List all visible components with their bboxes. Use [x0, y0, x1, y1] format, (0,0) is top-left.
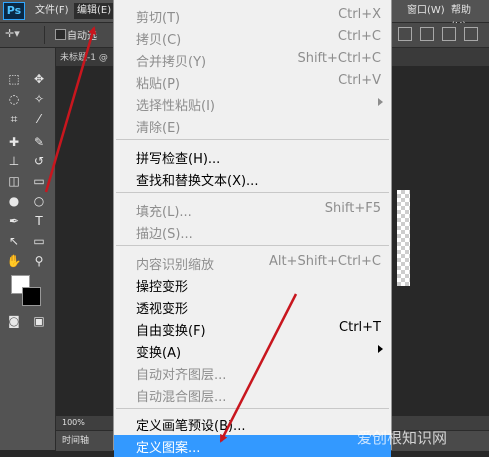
menu-item-label: 自由变换(F) [136, 324, 206, 339]
menu-edit[interactable]: 编辑(E) [74, 3, 115, 19]
menu-item-auto-blend-layers[interactable]: 自动混合图层... [114, 384, 391, 406]
blur-tool-icon[interactable]: ● [4, 192, 24, 210]
menu-help[interactable]: 帮助(H) [448, 3, 489, 32]
menu-item-label: 拼写检查(H)... [136, 152, 221, 167]
menu-item-label: 自动混合图层... [136, 390, 227, 405]
menu-item-puppet-warp[interactable]: 操控变形 [114, 274, 391, 296]
menu-separator [116, 408, 389, 409]
zoom-tool-icon[interactable]: ⚲ [29, 252, 49, 270]
menu-item-perspective-warp[interactable]: 透视变形 [114, 296, 391, 318]
submenu-arrow-icon [378, 98, 383, 106]
menu-item-cut[interactable]: 剪切(T) Ctrl+X [114, 5, 391, 27]
menu-item-label: 透视变形 [136, 302, 189, 317]
menu-item-transform[interactable]: 变换(A) [114, 340, 391, 362]
brush-tool-icon[interactable]: ✎ [29, 133, 49, 151]
history-brush-icon[interactable]: ↺ [29, 152, 49, 170]
menu-item-check-spelling[interactable]: 拼写检查(H)... [114, 146, 391, 168]
gradient-tool-icon[interactable]: ▭ [29, 172, 49, 190]
watermark-text: 爱创根知识网 [357, 429, 448, 447]
menu-item-copy[interactable]: 拷贝(C) Ctrl+C [114, 27, 391, 49]
menu-item-label: 定义画笔预设(B)... [136, 419, 246, 434]
menu-item-clear[interactable]: 清除(E) [114, 115, 391, 137]
transparent-canvas[interactable] [397, 190, 410, 286]
menu-item-label: 描边(S)... [136, 227, 193, 242]
menu-item-shortcut: Ctrl+C [337, 29, 381, 44]
eraser-tool-icon[interactable]: ◫ [4, 172, 24, 190]
menu-item-label: 剪切(T) [136, 11, 181, 26]
menu-item-shortcut: Ctrl+T [339, 320, 381, 335]
menu-separator [116, 192, 389, 193]
shape-tool-icon[interactable]: ▭ [29, 232, 49, 250]
crop-tool-icon[interactable]: ⌗ [4, 110, 24, 128]
magic-wand-icon[interactable]: ✧ [29, 90, 49, 108]
hand-tool-icon[interactable]: ✋ [4, 252, 24, 270]
options-divider [44, 26, 45, 44]
menu-item-paste-special[interactable]: 选择性粘贴(I) [114, 93, 391, 115]
photoshop-logo: Ps [3, 2, 25, 20]
menu-file[interactable]: 文件(F) [32, 3, 72, 19]
menu-item-content-aware-scale[interactable]: 内容识别缩放 Alt+Shift+Ctrl+C [114, 252, 391, 274]
menu-item-label: 变换(A) [136, 346, 182, 361]
menu-item-define-brush[interactable]: 定义画笔预设(B)... [114, 413, 391, 435]
move-tool-icon[interactable]: ✥ [29, 70, 49, 88]
menu-item-label: 操控变形 [136, 280, 189, 295]
screen-mode-icon[interactable]: ▣ [29, 312, 49, 330]
submenu-arrow-icon [378, 345, 383, 353]
menu-item-find-replace[interactable]: 查找和替换文本(X)... [114, 168, 391, 190]
marquee-tool-icon[interactable]: ⬚ [4, 70, 24, 88]
background-color-swatch[interactable] [22, 287, 41, 306]
align-center-icon[interactable] [420, 27, 434, 41]
timeline-tab[interactable]: 时间轴 [62, 433, 89, 446]
type-tool-icon[interactable]: T [29, 212, 49, 230]
auto-select-checkbox[interactable] [55, 29, 66, 40]
menu-item-shortcut: Ctrl+X [338, 7, 381, 22]
dodge-tool-icon[interactable]: ○ [29, 192, 49, 210]
auto-align-icon[interactable] [464, 27, 478, 41]
menu-item-label: 合并拷贝(Y) [136, 55, 207, 70]
zoom-level[interactable]: 100% [62, 418, 85, 427]
menu-item-copy-merged[interactable]: 合并拷贝(Y) Shift+Ctrl+C [114, 49, 391, 71]
menu-item-label: 填充(L)... [136, 205, 192, 220]
document-tab[interactable]: 未标题-1 @ [60, 50, 108, 63]
menu-item-stroke[interactable]: 描边(S)... [114, 221, 391, 243]
healing-brush-icon[interactable]: ✚ [4, 133, 24, 151]
menu-item-label: 内容识别缩放 [136, 258, 215, 273]
pen-tool-icon[interactable]: ✒ [4, 212, 24, 230]
align-right-icon[interactable] [442, 27, 456, 41]
menu-item-shortcut: Ctrl+V [338, 73, 381, 88]
clone-stamp-icon[interactable]: ⊥ [4, 152, 24, 170]
menu-item-shortcut: Alt+Shift+Ctrl+C [268, 254, 381, 269]
menu-item-label: 查找和替换文本(X)... [136, 174, 259, 189]
menu-item-label: 自动对齐图层... [136, 368, 227, 383]
quick-mask-icon[interactable]: ◙ [4, 312, 24, 330]
menu-item-auto-align-layers[interactable]: 自动对齐图层... [114, 362, 391, 384]
edit-menu-dropdown: 剪切(T) Ctrl+X 拷贝(C) Ctrl+C 合并拷贝(Y) Shift+Ctr… [113, 0, 392, 457]
eyedropper-tool-icon[interactable]: ⁄ [29, 110, 49, 128]
menu-item-fill[interactable]: 填充(L)... Shift+F5 [114, 199, 391, 221]
menu-separator [116, 245, 389, 246]
menu-window[interactable]: 窗口(W) [404, 3, 448, 19]
menu-item-label: 定义图案... [136, 441, 201, 456]
move-tool-preset-icon[interactable]: ✛▾ [5, 27, 20, 40]
distribute-icon[interactable] [398, 27, 412, 41]
menu-item-shortcut: Shift+Ctrl+C [297, 51, 381, 66]
menu-item-label: 拷贝(C) [136, 33, 182, 48]
menu-item-define-pattern[interactable]: 定义图案... [114, 435, 391, 457]
menu-item-label: 清除(E) [136, 121, 181, 136]
auto-select-label: 自动选 [67, 31, 97, 42]
menu-item-paste[interactable]: 粘贴(P) Ctrl+V [114, 71, 391, 93]
lasso-tool-icon[interactable]: ◌ [4, 90, 24, 108]
path-select-icon[interactable]: ↖ [4, 232, 24, 250]
menu-item-free-transform[interactable]: 自由变换(F) Ctrl+T [114, 318, 391, 340]
menu-item-shortcut: Shift+F5 [324, 201, 381, 216]
menu-separator [116, 139, 389, 140]
menu-item-label: 粘贴(P) [136, 77, 180, 92]
menu-item-label: 选择性粘贴(I) [136, 99, 215, 114]
